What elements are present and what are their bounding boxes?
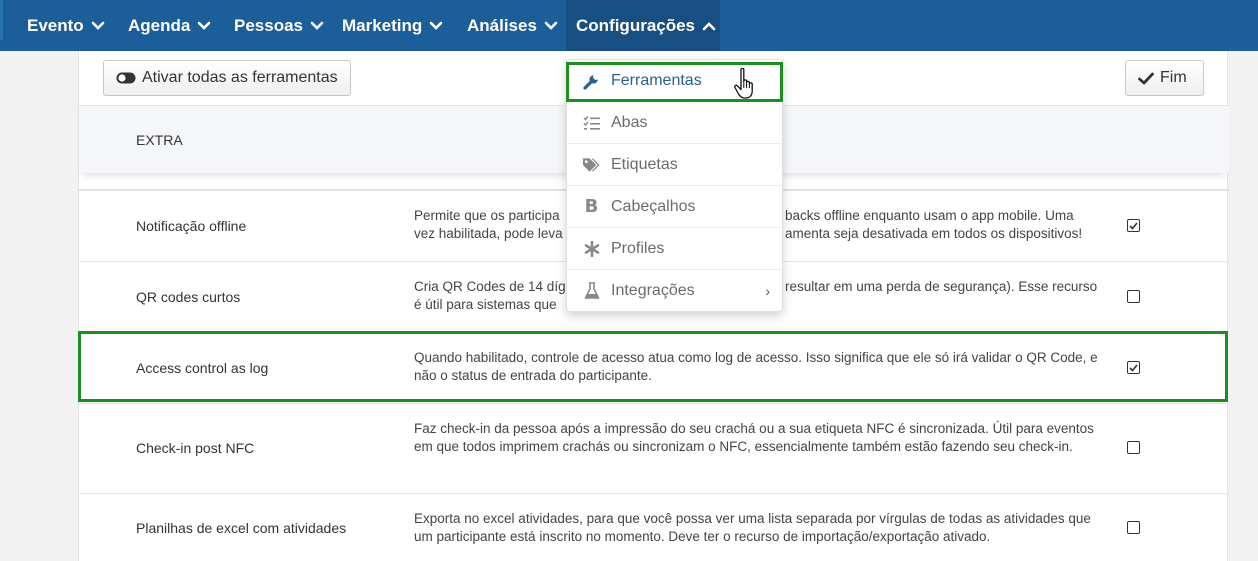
activate-all-tools-button[interactable]: Ativar todas as ferramentas (103, 60, 351, 96)
chevron-down-icon (91, 21, 105, 31)
nav-item-label: Configurações (576, 15, 696, 35)
tool-description: Quando habilitado, controle de acesso at… (414, 350, 1098, 383)
tool-description: Exporta no excel atividades, para que vo… (414, 511, 1091, 544)
menu-item-label: Integrações (611, 282, 695, 299)
tool-checkbox[interactable] (1127, 361, 1140, 374)
nav-item-label: Análises (467, 15, 537, 35)
chevron-down-icon (310, 21, 324, 31)
tool-description-line: amenta seja desativada em todos os dispo… (785, 226, 1083, 241)
check-icon (1129, 363, 1138, 372)
nav-item-label: Marketing (342, 15, 423, 35)
tool-description-line: backs offline enquanto usam o app mobile… (785, 208, 1074, 223)
tool-description-left: Cria QR Codes de 14 díg é útil para sist… (414, 278, 574, 314)
nav-item-label: Agenda (128, 15, 191, 35)
nav-item-label: Pessoas (234, 15, 303, 35)
nav-item-evento[interactable]: Evento (17, 0, 115, 51)
tool-description-line: Cria QR Codes de 14 díg (414, 279, 566, 294)
tool-description-line: resultar em uma perda de segurança). Ess… (785, 279, 1098, 294)
toggle-icon (116, 72, 136, 84)
menu-item-label: Profiles (611, 239, 665, 257)
wrench-icon (582, 72, 601, 90)
menu-item-etiquetas[interactable]: Etiquetas (567, 144, 782, 186)
list-check-icon (582, 115, 601, 131)
tool-checkbox[interactable] (1127, 290, 1140, 303)
table-row: Access control as log Quando habilitado,… (79, 333, 1229, 404)
menu-item-abas[interactable]: Abas (567, 102, 782, 144)
chevron-down-icon (197, 21, 211, 31)
tool-checkbox[interactable] (1127, 441, 1140, 454)
tool-checkbox[interactable] (1127, 219, 1140, 232)
nav-item-label: Evento (27, 15, 84, 35)
nav-item-pessoas[interactable]: Pessoas (224, 0, 334, 51)
hand-pointer-cursor-icon (733, 67, 759, 106)
asterisk-icon (582, 240, 601, 257)
chevron-down-icon (429, 21, 443, 31)
tool-description-line: é útil para sistemas que (414, 297, 557, 312)
menu-item-label: Cabeçalhos (611, 197, 696, 215)
nav-item-analises[interactable]: Análises (457, 0, 568, 51)
tool-name: Planilhas de excel com atividades (136, 520, 347, 536)
menu-item-label: Etiquetas (611, 155, 678, 173)
checkmark-icon (1138, 72, 1154, 84)
check-icon (1129, 221, 1138, 230)
nav-item-configuracoes[interactable]: Configurações (566, 0, 720, 51)
chevron-down-icon (544, 21, 558, 31)
tool-name: QR codes curtos (136, 289, 241, 305)
done-button[interactable]: Fim (1125, 60, 1204, 96)
menu-item-integracoes[interactable]: Integrações › (567, 270, 782, 312)
chevron-up-icon (702, 21, 716, 31)
menu-item-profiles[interactable]: Profiles (567, 228, 782, 270)
table-row: Check-in post NFC Faz check-in da pessoa… (79, 404, 1229, 494)
tool-description: Faz check-in da pessoa após a impressão … (414, 421, 1094, 454)
menu-item-label: Ferramentas (611, 71, 702, 89)
menu-item-cabecalhos[interactable]: B Cabeçalhos (567, 186, 782, 228)
tool-description-right: resultar em uma perda de segurança). Ess… (785, 278, 1115, 296)
activate-all-tools-label: Ativar todas as ferramentas (142, 69, 338, 86)
tool-description-right: backs offline enquanto usam o app mobile… (785, 207, 1115, 243)
tags-icon (582, 157, 601, 173)
tool-name: Access control as log (136, 360, 269, 376)
tool-checkbox[interactable] (1127, 521, 1140, 534)
chevron-right-icon: › (765, 283, 770, 299)
bold-icon: B (584, 196, 599, 217)
tool-name: Check-in post NFC (136, 440, 255, 456)
table-row: Planilhas de excel com atividades Export… (79, 494, 1229, 561)
nav-item-marketing[interactable]: Marketing (332, 0, 453, 51)
section-title: EXTRA (136, 132, 183, 148)
top-navigation: Evento Agenda Pessoas Marketing Análises… (0, 0, 1258, 51)
done-label: Fim (1160, 69, 1187, 86)
nav-item-agenda[interactable]: Agenda (118, 0, 221, 51)
menu-item-label: Abas (611, 113, 648, 131)
tool-name: Notificação offline (136, 218, 247, 234)
flask-icon (582, 282, 601, 300)
nav-left-edge (0, 0, 3, 40)
